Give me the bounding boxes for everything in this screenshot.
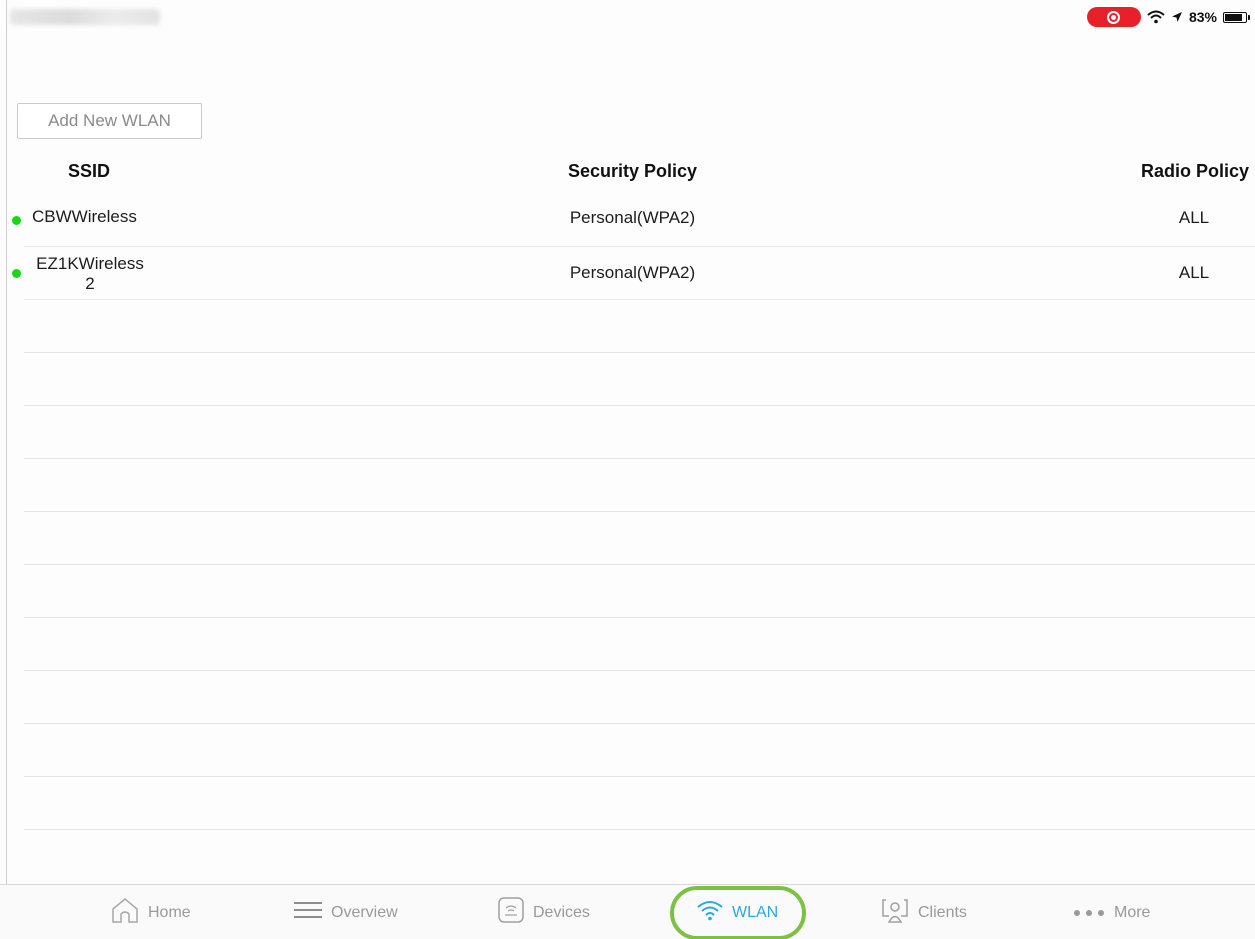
header-radio-policy[interactable]: Radio Policy [1141, 161, 1249, 182]
security-cell: Personal(WPA2) [569, 263, 696, 282]
empty-row [24, 777, 1255, 830]
more-icon [1072, 904, 1106, 922]
table-header: SSID Security Policy Radio Policy [0, 150, 1255, 194]
tab-home-label: Home [148, 903, 191, 921]
security-cell: Personal(WPA2) [569, 208, 696, 227]
tab-clients-label: Clients [918, 903, 967, 921]
tab-more-label: More [1114, 903, 1151, 921]
list-icon [293, 900, 323, 925]
empty-row [24, 459, 1255, 512]
empty-row [24, 300, 1255, 353]
tab-wlan[interactable]: WLAN [696, 885, 778, 939]
status-dot [12, 269, 21, 278]
empty-row [24, 724, 1255, 777]
radio-cell: ALL [1178, 263, 1210, 282]
wifi-icon [1147, 10, 1165, 24]
empty-row [24, 512, 1255, 565]
screen-record-icon[interactable] [1086, 7, 1141, 27]
battery-icon [1223, 11, 1250, 23]
add-new-wlan-button[interactable]: Add New WLAN [17, 103, 202, 139]
tab-devices[interactable]: Devices [497, 885, 590, 939]
device-icon [497, 896, 525, 929]
tab-devices-label: Devices [533, 903, 590, 921]
table-row[interactable]: CBWWireless Personal(WPA2) ALL [12, 194, 1255, 247]
empty-row [24, 565, 1255, 618]
tab-more[interactable]: More [1072, 885, 1150, 939]
tab-wlan-label: WLAN [732, 903, 779, 921]
battery-percent: 83% [1188, 9, 1217, 25]
tab-bar: Home Overview Devices WLAN Clients More [0, 884, 1255, 939]
location-icon [1171, 11, 1183, 23]
empty-row [24, 406, 1255, 459]
empty-row [24, 618, 1255, 671]
battery-fill [1225, 13, 1242, 21]
wlan-table: SSID Security Policy Radio Policy CBWWir… [0, 150, 1255, 830]
status-indicators: 83% [1086, 6, 1250, 28]
radio-cell: ALL [1178, 208, 1210, 227]
table-row[interactable]: EZ1KWireless 2 Personal(WPA2) ALL [12, 247, 1255, 300]
header-security-policy[interactable]: Security Policy [0, 161, 1255, 182]
home-icon [110, 896, 140, 929]
tab-overview-label: Overview [331, 903, 398, 921]
tab-home[interactable]: Home [110, 885, 191, 939]
clients-icon [880, 896, 910, 929]
empty-row [24, 353, 1255, 406]
blurred-carrier-text [10, 9, 160, 25]
status-dot [12, 216, 21, 225]
tab-overview[interactable]: Overview [293, 885, 398, 939]
tab-clients[interactable]: Clients [880, 885, 967, 939]
wifi-icon [696, 899, 724, 926]
status-bar: 83% [0, 0, 1255, 34]
empty-row [24, 671, 1255, 724]
